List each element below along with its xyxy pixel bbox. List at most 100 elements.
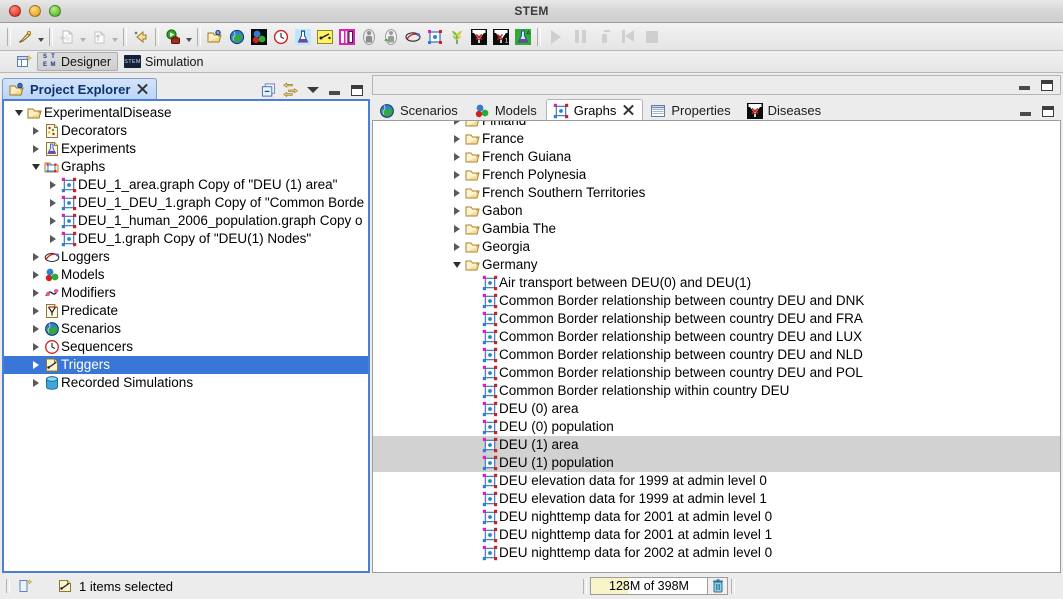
toolbar-grip-5[interactable]	[197, 27, 201, 46]
chevron-right-icon[interactable]	[450, 153, 464, 161]
perspective-indicator-icon[interactable]	[16, 578, 34, 594]
tab-properties[interactable]: Properties	[643, 99, 739, 121]
tree-row[interactable]: Common Border relationship between count…	[373, 346, 1060, 364]
toolbar-grip-4[interactable]	[155, 27, 159, 46]
chevron-down-icon[interactable]	[29, 164, 43, 170]
tree-row[interactable]: ExperimentalDisease	[4, 104, 368, 122]
chevron-right-icon[interactable]	[29, 379, 43, 387]
import-icon[interactable]	[56, 26, 78, 48]
perspective-simulation[interactable]: STEM Simulation	[121, 52, 209, 71]
tree-row[interactable]: Loggers	[4, 248, 368, 266]
tree-row[interactable]: DEU_1_human_2006_population.graph Copy o	[4, 212, 368, 230]
tree-row[interactable]: Scenarios	[4, 320, 368, 338]
tree-row[interactable]: DEU (1) population	[373, 454, 1060, 472]
chevron-right-icon[interactable]	[450, 121, 464, 125]
tree-row[interactable]: French Polynesia	[373, 166, 1060, 184]
tree-row[interactable]: Gambia The	[373, 220, 1060, 238]
tree-row[interactable]: French Southern Territories	[373, 184, 1060, 202]
tab-project-explorer[interactable]: Project Explorer	[2, 78, 158, 100]
tree-row[interactable]: Finland	[373, 121, 1060, 130]
tree-row[interactable]: Germany	[373, 256, 1060, 274]
model-icon[interactable]	[248, 26, 270, 48]
toolbar-grip[interactable]	[7, 27, 11, 46]
chevron-right-icon[interactable]	[450, 189, 464, 197]
minimize-window-button[interactable]	[29, 5, 41, 17]
maximize-editor-icon[interactable]	[1040, 104, 1055, 118]
tree-row[interactable]: Common Border relationship between count…	[373, 364, 1060, 382]
tree-row[interactable]: DEU_1_DEU_1.graph Copy of "Common Border	[4, 194, 368, 212]
tree-row[interactable]: Triggers	[4, 356, 368, 374]
chevron-right-icon[interactable]	[46, 217, 60, 225]
tree-row[interactable]: Common Border relationship between count…	[373, 328, 1060, 346]
trigger-icon[interactable]	[314, 26, 336, 48]
food-production-icon[interactable]	[446, 26, 468, 48]
tree-row[interactable]: Decorators	[4, 122, 368, 140]
chevron-right-icon[interactable]	[29, 325, 43, 333]
disease-model-2-icon[interactable]: 1	[490, 26, 512, 48]
new-wizard-icon[interactable]	[14, 26, 36, 48]
collapse-all-icon[interactable]	[261, 83, 276, 97]
tab-diseases[interactable]: Diseases	[740, 99, 830, 121]
view-menu-icon[interactable]	[305, 83, 320, 97]
tree-row[interactable]: Common Border relationship between count…	[373, 292, 1060, 310]
minimize-view-icon[interactable]	[327, 83, 342, 97]
tree-row[interactable]: Common Border relationship within countr…	[373, 382, 1060, 400]
chevron-right-icon[interactable]	[29, 127, 43, 135]
disease-model-icon[interactable]	[468, 26, 490, 48]
tree-row[interactable]: Recorded Simulations	[4, 374, 368, 392]
garbage-collect-button[interactable]	[708, 577, 728, 595]
import-dropdown-arrow[interactable]	[78, 26, 88, 48]
chevron-right-icon[interactable]	[46, 199, 60, 207]
tree-row[interactable]: DEU (0) area	[373, 400, 1060, 418]
maximize-window-button[interactable]	[49, 5, 61, 17]
tree-row[interactable]: DEU elevation data for 1999 at admin lev…	[373, 472, 1060, 490]
tree-row[interactable]: DEU nighttemp data for 2001 at admin lev…	[373, 526, 1060, 544]
tree-row[interactable]: Predicate	[4, 302, 368, 320]
chevron-right-icon[interactable]	[46, 235, 60, 243]
maximize-view-icon[interactable]	[349, 83, 364, 97]
tree-row[interactable]: DEU nighttemp data for 2002 at admin lev…	[373, 544, 1060, 562]
close-icon[interactable]	[623, 105, 634, 116]
toolbar-grip-2[interactable]	[49, 27, 53, 46]
tree-row[interactable]: DEU (1) area	[373, 436, 1060, 454]
run-scenario-icon[interactable]	[162, 26, 184, 48]
tab-graphs[interactable]: Graphs	[545, 99, 644, 121]
tree-row[interactable]: Graphs	[4, 158, 368, 176]
automatic-experiment-icon[interactable]: A	[512, 26, 534, 48]
population-initializer-icon[interactable]	[380, 26, 402, 48]
undo-icon[interactable]	[130, 26, 152, 48]
open-perspective-icon[interactable]	[14, 53, 34, 71]
tab-models[interactable]: Models	[467, 99, 546, 121]
tree-row[interactable]: French Guiana	[373, 148, 1060, 166]
tab-scenarios[interactable]: Scenarios	[372, 99, 467, 121]
project-explorer-tree[interactable]: ExperimentalDisease Decorators Experiments…	[4, 101, 368, 392]
tree-row[interactable]: France	[373, 130, 1060, 148]
minimize-editor-strip-icon[interactable]	[1017, 78, 1032, 92]
tree-row[interactable]: DEU_1_area.graph Copy of "DEU (1) area"	[4, 176, 368, 194]
link-with-editor-icon[interactable]	[283, 82, 298, 98]
chevron-right-icon[interactable]	[450, 243, 464, 251]
tree-row[interactable]: Models	[4, 266, 368, 284]
chevron-right-icon[interactable]	[46, 181, 60, 189]
scenario-globe-icon[interactable]	[226, 26, 248, 48]
perspective-designer[interactable]: STEM Designer	[37, 52, 119, 71]
tree-row[interactable]: Sequencers	[4, 338, 368, 356]
graph-icon[interactable]	[424, 26, 446, 48]
tree-row[interactable]: Modifiers	[4, 284, 368, 302]
close-icon[interactable]	[137, 84, 148, 95]
chevron-down-icon[interactable]	[12, 110, 26, 116]
tree-row[interactable]: DEU (0) population	[373, 418, 1060, 436]
chevron-down-icon[interactable]	[450, 262, 464, 268]
tree-row[interactable]: DEU elevation data for 1999 at admin lev…	[373, 490, 1060, 508]
maximize-editor-strip-icon[interactable]	[1039, 78, 1054, 92]
tree-row[interactable]: Air transport between DEU(0) and DEU(1)	[373, 274, 1060, 292]
graphs-tree[interactable]: Finland France French Guiana French Polynes…	[373, 121, 1060, 562]
memory-bar[interactable]: 128M of 398M	[590, 577, 708, 595]
chevron-right-icon[interactable]	[450, 207, 464, 215]
chevron-right-icon[interactable]	[29, 361, 43, 369]
toolbar-grip-3[interactable]	[123, 27, 127, 46]
new-wizard-dropdown-arrow[interactable]	[36, 26, 46, 48]
run-scenario-dropdown-arrow[interactable]	[184, 26, 194, 48]
tree-row[interactable]: Georgia	[373, 238, 1060, 256]
chevron-right-icon[interactable]	[450, 225, 464, 233]
